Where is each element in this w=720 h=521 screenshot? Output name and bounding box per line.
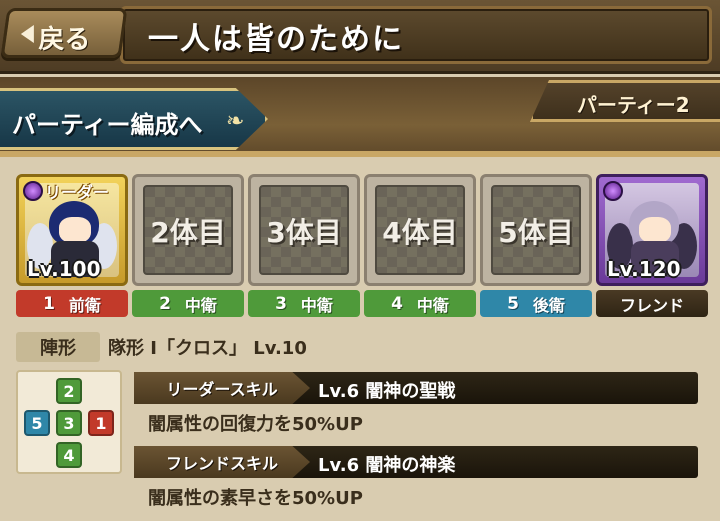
leader-skill-tag: リーダースキル xyxy=(134,372,310,404)
formation-tag: 陣形 xyxy=(16,332,100,362)
formation-cell-left: 5 xyxy=(24,410,50,436)
member-slot-3[interactable]: 3体目 xyxy=(248,174,360,286)
party-name-tab[interactable]: パーティー2 xyxy=(530,80,720,122)
slot-label: 2体目 xyxy=(150,216,226,249)
position-text: 中衛 xyxy=(416,295,449,315)
position-number: 3 xyxy=(275,293,287,314)
member-slot-4[interactable]: 4体目 xyxy=(364,174,476,286)
formation-name[interactable]: 隊形 I「クロス」 Lv.10 xyxy=(108,334,307,360)
dark-element-icon xyxy=(23,181,43,201)
back-arrow-icon xyxy=(20,25,34,43)
formation-cell-top: 2 xyxy=(56,378,82,404)
leader-skill-header[interactable]: リーダースキル Lv.6 闇神の聖戦 xyxy=(134,372,698,404)
back-button[interactable]: 戻る xyxy=(0,8,128,58)
position-label-1: 1 前衛 xyxy=(16,290,128,317)
formation-cell-right: 1 xyxy=(88,410,114,436)
formation-grid: 2 5 3 1 4 xyxy=(16,370,122,474)
slot-label: 5体目 xyxy=(498,216,574,249)
character-face xyxy=(59,217,91,243)
slot-label: 4体目 xyxy=(382,216,458,249)
formation-cell-bottom: 4 xyxy=(56,442,82,468)
leader-tag: リーダー xyxy=(45,183,110,202)
position-label-2: 2 中衛 xyxy=(132,290,244,317)
position-number: 4 xyxy=(391,293,403,314)
character-face xyxy=(639,217,671,243)
position-number: 5 xyxy=(507,293,519,314)
member-slot-5[interactable]: 5体目 xyxy=(480,174,592,286)
position-label-5: 5 後衛 xyxy=(480,290,592,317)
top-bar: 戻る 一人は皆のために xyxy=(0,0,720,74)
position-text: 前衛 xyxy=(68,295,101,315)
party-edit-button[interactable]: パーティー編成へ ❧ xyxy=(0,88,268,150)
dark-element-icon xyxy=(603,181,623,201)
friend-skill-header[interactable]: フレンドスキル Lv.6 闇神の神楽 xyxy=(134,446,698,478)
member-level: Lv.100 xyxy=(27,257,101,281)
party-edit-label: パーティー編成へ xyxy=(12,111,203,139)
back-button-label: 戻る xyxy=(38,25,91,55)
party-name: パーティー2 xyxy=(577,93,690,117)
friend-skill-description: 闇属性の素早さを50%UP xyxy=(148,488,363,509)
position-text: 後衛 xyxy=(532,295,565,315)
position-number: 1 xyxy=(43,293,55,314)
formation-cell-center: 3 xyxy=(56,410,82,436)
slot-label: 3体目 xyxy=(266,216,342,249)
position-label-3: 3 中衛 xyxy=(248,290,360,317)
member-slot-2[interactable]: 2体目 xyxy=(132,174,244,286)
member-card-friend[interactable]: Lv.120 xyxy=(596,174,708,286)
position-number: 2 xyxy=(159,293,171,314)
friend-label: フレンド xyxy=(596,290,708,317)
position-text: 中衛 xyxy=(184,295,217,315)
leader-skill-description: 闇属性の回復力を50%UP xyxy=(148,414,363,435)
leader-skill-name: Lv.6 闇神の聖戦 xyxy=(318,381,456,402)
member-level: Lv.120 xyxy=(607,257,681,281)
ornament-icon: ❧ xyxy=(226,109,245,134)
position-label-4: 4 中衛 xyxy=(364,290,476,317)
member-card-leader[interactable]: リーダー Lv.100 xyxy=(16,174,128,286)
friend-skill-name: Lv.6 闇神の神楽 xyxy=(318,455,456,476)
position-text: 中衛 xyxy=(300,295,333,315)
page-title: 一人は皆のために xyxy=(148,22,404,57)
friend-skill-tag: フレンドスキル xyxy=(134,446,310,478)
